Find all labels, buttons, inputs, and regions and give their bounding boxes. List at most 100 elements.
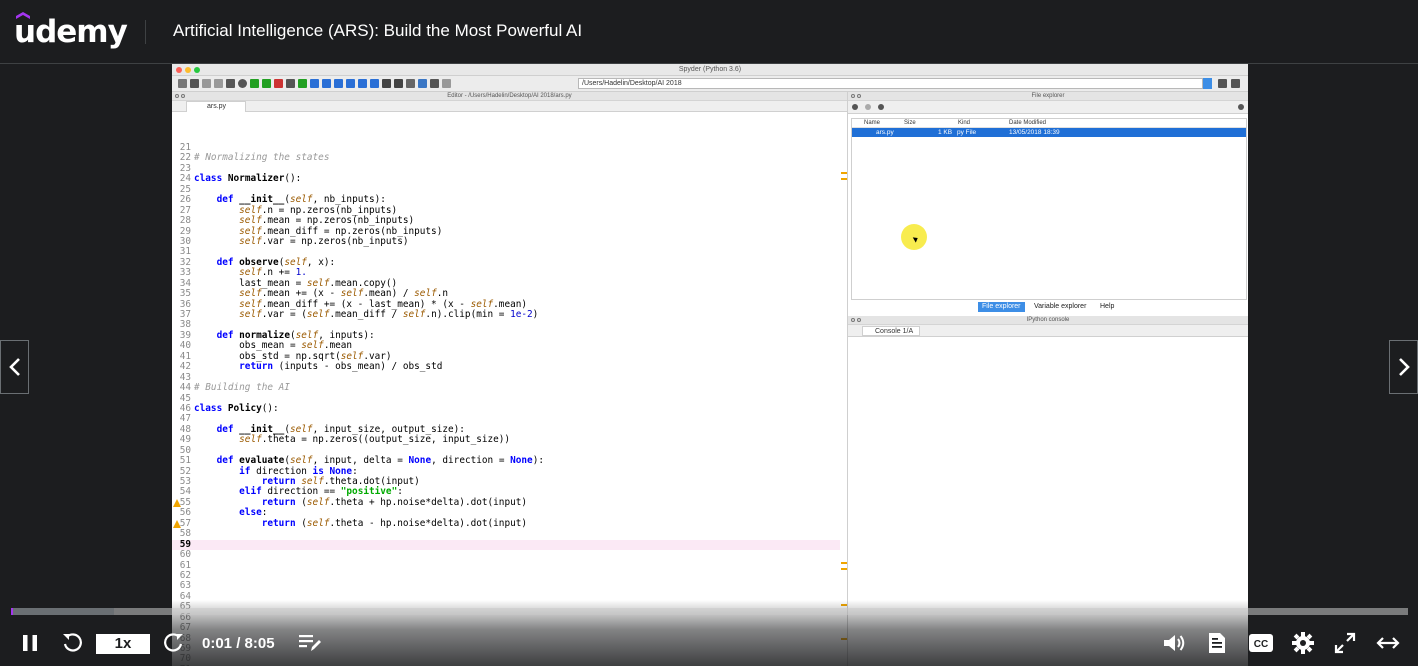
transcript-button[interactable] [1201, 627, 1233, 659]
video-player-page: udemy Artificial Intelligence (ARS): Bui… [0, 0, 1418, 666]
volume-icon [1164, 635, 1185, 651]
code-text: self.n = np.zeros(nb_inputs) [239, 204, 398, 216]
editor-pane-title-text: Editor - /Users/Hadelin/Desktop/AI 2018/… [447, 93, 572, 99]
code-line: 57 return (self.theta - hp.noise*delta).… [172, 517, 840, 529]
search-icon[interactable] [1238, 104, 1244, 110]
fullscreen-icon [394, 79, 403, 88]
marker [841, 178, 847, 180]
progress-played [11, 608, 13, 615]
code-line: 30 self.var = np.zeros(nb_inputs) [172, 236, 840, 247]
previous-lecture-button[interactable] [0, 340, 29, 394]
code-text: obs_mean = self.mean [194, 340, 353, 352]
pane-dots [851, 94, 861, 98]
chevron-left-icon [8, 358, 20, 376]
right-pane-tabs: File explorer Variable explorer Help [848, 301, 1248, 313]
code-line: 46 class Policy(): [172, 402, 840, 414]
chevron-right-icon [1398, 358, 1410, 376]
logo-hat-icon [16, 12, 30, 19]
progress-buffered [11, 608, 114, 615]
rewind-button[interactable] [56, 627, 88, 659]
line-number: 51 [179, 455, 191, 467]
console-tab[interactable]: Console 1/A [862, 326, 921, 336]
volume-button[interactable] [1158, 627, 1190, 659]
col-kind[interactable]: Kind [958, 119, 970, 128]
code-text: if direction is None: [239, 465, 358, 477]
code-text: self.mean += (x - self.mean) / self.n [239, 288, 449, 300]
warning-markers [840, 132, 848, 652]
captions-button[interactable]: CC [1245, 627, 1277, 659]
editor-tab-ars[interactable]: ars.py [186, 101, 246, 112]
col-name[interactable]: Name [864, 119, 880, 128]
up-icon[interactable] [878, 104, 884, 110]
code-line: 63 [172, 580, 840, 591]
code-text: self.mean_diff = np.zeros(nb_inputs) [239, 225, 443, 237]
code-text: self.mean = np.zeros(nb_inputs) [239, 215, 415, 227]
playback-rate-button[interactable]: 1x [96, 634, 150, 654]
tab-file-explorer[interactable]: File explorer [978, 302, 1025, 312]
code-text: # Building the AI [194, 382, 290, 394]
step-into-icon [334, 79, 343, 88]
udemy-logo[interactable]: udemy [14, 12, 128, 52]
theater-mode-button[interactable] [1372, 627, 1404, 659]
close-dot-icon [176, 67, 182, 73]
code-area[interactable]: 21 22 # Normalizing the states 23 24 class No… [172, 142, 840, 666]
col-date[interactable]: Date Modified [1009, 119, 1046, 128]
run-cell-advance-icon [274, 79, 283, 88]
col-size[interactable]: Size [904, 119, 916, 128]
code-text: self.var = (self.mean_diff / self.n).cli… [239, 309, 539, 320]
line-number: 28 [179, 215, 191, 227]
spyder-toolbar: /Users/Hadelin/Desktop/AI 2018 [172, 76, 1248, 92]
code-text: return (inputs - obs_mean) / obs_std [239, 361, 443, 373]
back-arrow-icon [430, 79, 439, 88]
video-frame[interactable]: Spyder (Python 3.6) /Users/Hadelin/Deskt… [172, 64, 1248, 666]
course-title[interactable]: Artificial Intelligence (ARS): Build the… [173, 21, 582, 41]
code-text: self.theta = np.zeros((output_size, inpu… [239, 434, 511, 446]
progress-bar[interactable] [11, 608, 1408, 615]
save-all-icon [214, 79, 223, 88]
rewind-icon [63, 633, 82, 652]
pause-button[interactable] [14, 627, 46, 659]
directory-dropdown-button[interactable] [1203, 78, 1212, 89]
code-text: return (self.theta - hp.noise*delta).dot… [261, 517, 528, 529]
code-text: def evaluate(self, input, delta = None, … [216, 455, 544, 467]
back-icon[interactable] [852, 104, 858, 110]
code-text: def __init__(self, nb_inputs): [216, 194, 386, 206]
file-date: 13/05/2018 18:39 [1009, 129, 1060, 136]
debug-icon [310, 79, 319, 88]
tab-help[interactable]: Help [1096, 302, 1118, 312]
note-edit-icon [299, 635, 321, 651]
fullscreen-button[interactable] [1329, 627, 1361, 659]
pane-dot [851, 318, 855, 322]
forward-button[interactable] [158, 627, 190, 659]
code-line: 55 return (self.theta + hp.noise*delta).… [172, 497, 840, 508]
pane-dots [851, 318, 861, 322]
add-note-button[interactable] [294, 627, 326, 659]
code-line: 62 [172, 570, 840, 581]
code-text: def normalize(self, inputs): [216, 329, 375, 341]
save-icon [202, 79, 211, 88]
settings-button[interactable] [1287, 627, 1319, 659]
code-line: 24 class Normalizer(): [172, 173, 840, 184]
code-text: class Policy(): [194, 402, 279, 414]
tab-variable-explorer[interactable]: Variable explorer [1030, 302, 1090, 312]
file-name: ars.py [876, 129, 894, 136]
browse-folder-icon [1218, 79, 1227, 88]
file-explorer-title-text: File explorer [1031, 93, 1065, 99]
working-directory-field[interactable]: /Users/Hadelin/Desktop/AI 2018 [578, 78, 1203, 89]
time-display: 0:01 / 8:05 [202, 635, 275, 652]
console-title-text: IPython console [1026, 317, 1070, 323]
line-number: 60 [179, 549, 191, 561]
window-title-text: Spyder (Python 3.6) [678, 66, 742, 73]
code-text: self.mean_diff += (x - last_mean) * (x -… [239, 298, 528, 310]
code-line: 37 self.var = (self.mean_diff / self.n).… [172, 309, 840, 320]
expand-icon [1334, 632, 1356, 654]
next-lecture-button[interactable] [1389, 340, 1418, 394]
transcript-icon [1209, 633, 1225, 653]
horizontal-expand-icon [1376, 637, 1400, 649]
spyder-window-title: Spyder (Python 3.6) [172, 64, 1248, 76]
code-text: elif direction == "positive": [239, 486, 403, 498]
forward-arrow-icon [442, 79, 451, 88]
file-row-ars[interactable]: ars.py 1 KB py File 13/05/2018 18:39 [852, 128, 1246, 137]
forward-icon[interactable] [865, 104, 871, 110]
pane-dot [857, 94, 861, 98]
